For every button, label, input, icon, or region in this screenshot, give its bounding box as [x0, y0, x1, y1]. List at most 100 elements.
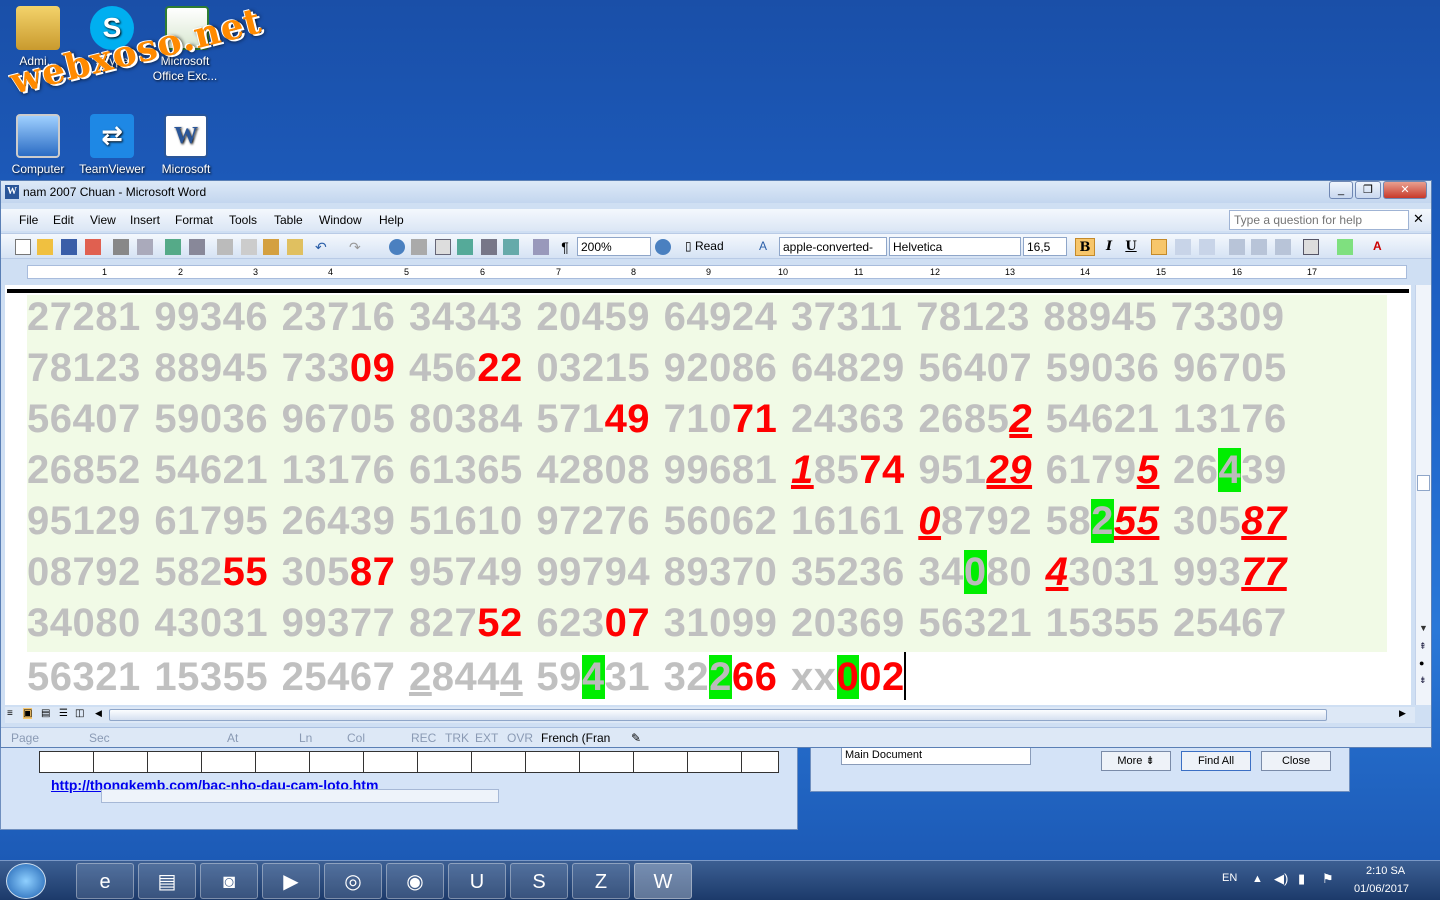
zalo-icon[interactable]: Z — [572, 863, 630, 899]
font-size-select[interactable]: 16,5 — [1023, 237, 1067, 256]
show-hide-icon[interactable]: ¶ — [557, 239, 573, 255]
media-player-icon[interactable]: ▶ — [262, 863, 320, 899]
document-area[interactable]: 27281 99346 23716 34343 20459 64924 37311 78123… — [5, 285, 1411, 705]
indent-icon[interactable] — [1275, 239, 1291, 255]
redo-icon[interactable]: ↷ — [349, 239, 365, 255]
menu-insert[interactable]: Insert — [130, 213, 160, 227]
ruler[interactable]: 1 2 3 4 5 6 7 8 9 10 11 12 13 14 15 16 1… — [1, 261, 1431, 283]
close-dialog-button[interactable]: Close — [1261, 751, 1331, 771]
ie-icon[interactable]: e — [76, 863, 134, 899]
status-rec[interactable]: REC — [411, 731, 436, 745]
save-icon[interactable] — [61, 239, 77, 255]
help-close-icon[interactable]: ✕ — [1413, 211, 1424, 227]
desktop-icon-computer[interactable]: Computer — [2, 114, 74, 176]
search-in-select[interactable]: Main Document — [841, 747, 1031, 765]
desktop-icon-teamviewer[interactable]: ⇄ TeamViewer — [76, 114, 148, 176]
document-map-icon[interactable] — [533, 239, 549, 255]
menu-format[interactable]: Format — [175, 213, 213, 227]
font-color-icon[interactable]: A — [1373, 239, 1389, 255]
print-preview-icon[interactable] — [137, 239, 153, 255]
menu-window[interactable]: Window — [319, 213, 362, 227]
menu-view[interactable]: View — [90, 213, 116, 227]
permission-icon[interactable] — [85, 239, 101, 255]
style-select[interactable]: apple-converted- — [779, 237, 887, 256]
menu-file[interactable]: File — [19, 213, 38, 227]
horizontal-scrollbar[interactable]: ≡ ▣ ▤ ☰ ◫ ◀ ▶ — [5, 707, 1415, 723]
vertical-scrollbar[interactable]: ▼ ⇞ ● ⇟ — [1415, 285, 1431, 705]
underline-button[interactable]: U — [1121, 238, 1141, 256]
help-search-input[interactable] — [1229, 210, 1409, 230]
spelling-status-icon[interactable]: ✎ — [631, 731, 641, 745]
align-right-icon[interactable] — [1199, 239, 1215, 255]
insert-table-icon[interactable] — [435, 239, 451, 255]
tables-borders-icon[interactable] — [411, 239, 427, 255]
status-language[interactable]: French (Fran — [541, 731, 610, 745]
status-trk[interactable]: TRK — [445, 731, 469, 745]
cut-icon[interactable] — [217, 239, 233, 255]
scroll-thumb[interactable] — [1417, 475, 1430, 491]
font-select[interactable]: Helvetica — [889, 237, 1021, 256]
minimize-button[interactable]: _ — [1329, 181, 1353, 199]
back-hscroll[interactable] — [101, 789, 499, 803]
web-view-icon[interactable]: ▣ — [23, 708, 33, 719]
paste-icon[interactable] — [263, 239, 279, 255]
word-taskbar-icon[interactable]: W — [634, 863, 692, 899]
borders-icon[interactable] — [1303, 239, 1319, 255]
explorer-icon[interactable]: ▤ — [138, 863, 196, 899]
scroll-right-icon[interactable]: ▶ — [1399, 708, 1406, 719]
reading-view-icon[interactable]: ◫ — [75, 708, 84, 719]
open-icon[interactable] — [37, 239, 53, 255]
prev-page-icon[interactable]: ⇞ — [1419, 641, 1427, 652]
styles-icon[interactable]: A — [759, 239, 775, 255]
drawing-icon[interactable] — [503, 239, 519, 255]
clock-time[interactable]: 2:10 SA — [1366, 865, 1405, 877]
print-view-icon[interactable]: ▤ — [41, 708, 50, 719]
status-ext[interactable]: EXT — [475, 731, 498, 745]
zoom-select[interactable]: 200% — [577, 237, 651, 256]
show-hidden-icon[interactable]: ▲ — [1252, 873, 1263, 885]
volume-icon[interactable]: ◀) — [1274, 871, 1288, 887]
browse-object-icon[interactable]: ● — [1419, 658, 1424, 668]
close-button[interactable]: ✕ — [1383, 181, 1427, 199]
restore-button[interactable]: ❐ — [1355, 181, 1381, 199]
menu-edit[interactable]: Edit — [53, 213, 74, 227]
menu-tools[interactable]: Tools — [229, 213, 257, 227]
format-painter-icon[interactable] — [287, 239, 303, 255]
chrome-icon[interactable]: ◉ — [386, 863, 444, 899]
align-left-icon[interactable] — [1151, 239, 1167, 255]
scroll-left-icon[interactable]: ◀ — [95, 708, 102, 719]
new-document-icon[interactable] — [15, 239, 31, 255]
italic-button[interactable]: I — [1099, 238, 1119, 256]
hyperlink-icon[interactable] — [389, 239, 405, 255]
bold-button[interactable]: B — [1075, 238, 1095, 256]
unikey-icon[interactable]: U — [448, 863, 506, 899]
highlight-icon[interactable] — [1337, 239, 1353, 255]
menu-table[interactable]: Table — [274, 213, 303, 227]
align-center-icon[interactable] — [1175, 239, 1191, 255]
start-button[interactable] — [6, 863, 46, 899]
action-center-icon[interactable]: ⚑ — [1322, 871, 1334, 887]
network-icon[interactable]: ▮ — [1298, 871, 1305, 887]
status-ovr[interactable]: OVR — [507, 731, 533, 745]
scroll-down-icon[interactable]: ▼ — [1419, 623, 1428, 633]
bullets-icon[interactable] — [1251, 239, 1267, 255]
coccoc-icon[interactable]: ◎ — [324, 863, 382, 899]
normal-view-icon[interactable]: ≡ — [7, 708, 13, 719]
desktop-icon-word[interactable]: W Microsoft — [150, 114, 222, 176]
next-page-icon[interactable]: ⇟ — [1419, 675, 1427, 686]
hscroll-thumb[interactable] — [109, 709, 1327, 721]
language-indicator[interactable]: EN — [1222, 872, 1237, 884]
columns-icon[interactable] — [481, 239, 497, 255]
skype-taskbar-icon[interactable]: S — [510, 863, 568, 899]
find-all-button[interactable]: Find All — [1181, 751, 1251, 771]
numbering-icon[interactable] — [1229, 239, 1245, 255]
outline-view-icon[interactable]: ☰ — [59, 708, 68, 719]
research-icon[interactable] — [189, 239, 205, 255]
spelling-icon[interactable] — [165, 239, 181, 255]
more-button[interactable]: More ⇟ — [1101, 751, 1171, 771]
print-icon[interactable] — [113, 239, 129, 255]
read-button[interactable]: ▯ Read — [685, 239, 724, 253]
insert-excel-icon[interactable] — [457, 239, 473, 255]
undo-icon[interactable]: ↶ — [315, 239, 331, 255]
clock-date[interactable]: 01/06/2017 — [1354, 883, 1409, 895]
